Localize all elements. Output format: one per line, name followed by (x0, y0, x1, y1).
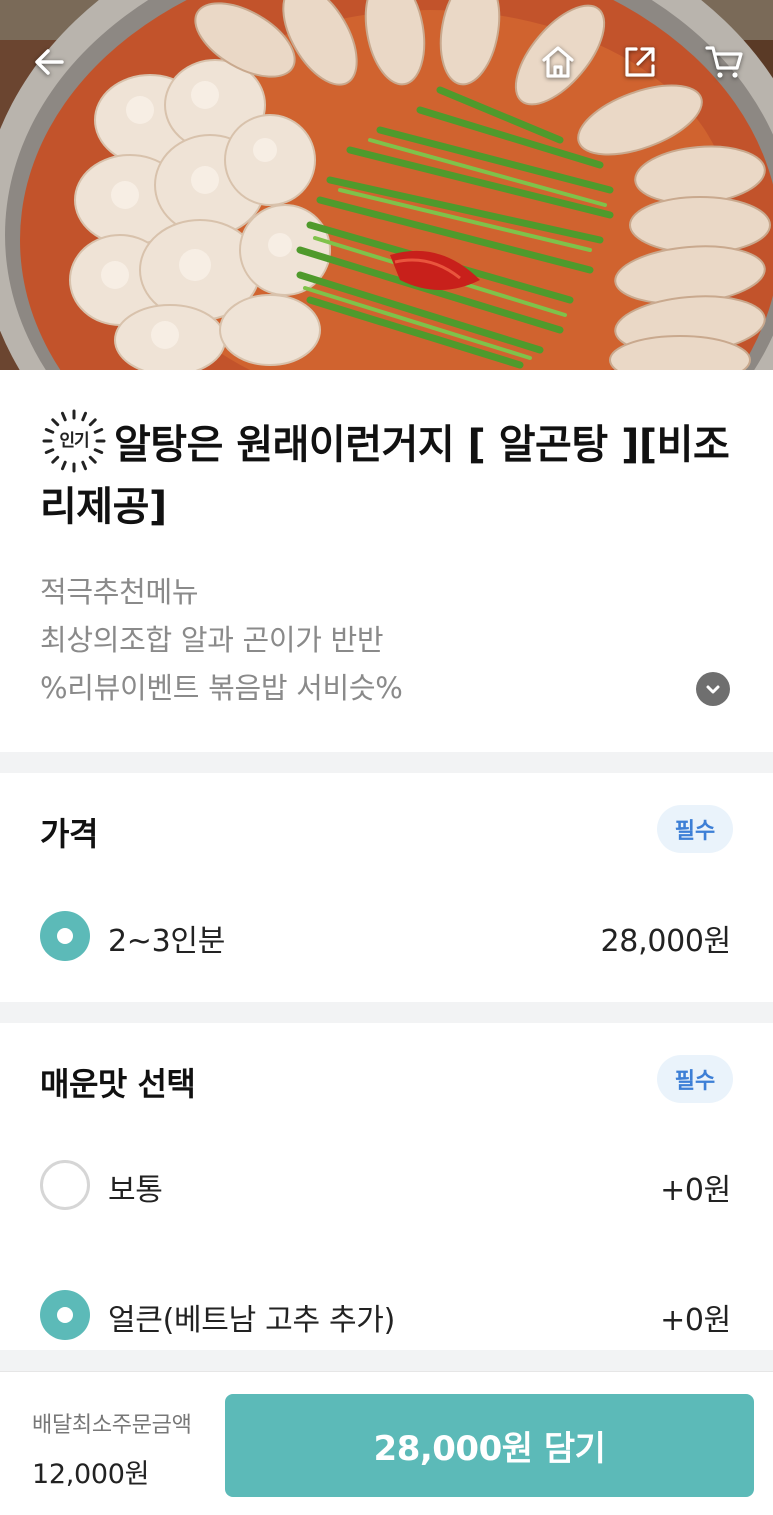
option-label: 2~3인분 (108, 924, 226, 959)
menu-title: 알탕은 원래이런거지 [ 알곤탕 ][비조리제공] (40, 422, 730, 530)
section-divider (0, 1350, 773, 1371)
radio-selected[interactable] (40, 1290, 90, 1340)
radio-unselected[interactable] (40, 1160, 90, 1210)
add-to-cart-button[interactable]: 28,000원 담기 (225, 1394, 754, 1497)
section-divider (0, 1002, 773, 1023)
radio-selected[interactable] (40, 911, 90, 961)
spicy-section: 매운맛 선택 필수 보통 +0원 얼큰(베트남 고추 추가) +0원 (0, 1023, 773, 1350)
expand-description-button[interactable] (696, 672, 730, 706)
required-badge: 필수 (657, 805, 733, 853)
option-label: 보통 (108, 1173, 163, 1208)
cart-button[interactable] (700, 38, 748, 86)
chevron-down-icon (706, 685, 720, 694)
description-line: %리뷰이벤트 볶음밥 서비슷% (40, 671, 403, 705)
menu-photo (0, 0, 773, 370)
menu-info: 인기 알탕은 원래이런거지 [ 알곤탕 ][비조리제공] 적극추천메뉴 최상의조… (0, 370, 773, 752)
arrow-left-icon (35, 49, 64, 75)
cart-icon (705, 46, 743, 78)
section-divider (0, 752, 773, 773)
menu-title-block: 인기 알탕은 원래이런거지 [ 알곤탕 ][비조리제공] (40, 409, 740, 538)
option-row[interactable]: 2~3인분 28,000원 (0, 906, 773, 966)
back-button[interactable] (26, 38, 74, 86)
option-price: +0원 (660, 1303, 731, 1338)
share-button[interactable] (616, 38, 664, 86)
home-icon (542, 46, 574, 78)
bottom-order-bar: 배달최소주문금액 12,000원 28,000원 담기 (0, 1371, 773, 1515)
menu-description: 적극추천메뉴 최상의조합 알과 곤이가 반반 %리뷰이벤트 볶음밥 서비슷% (40, 568, 680, 712)
description-line: 적극추천메뉴 (40, 575, 199, 609)
section-title: 가격 (40, 815, 98, 853)
required-badge: 필수 (657, 1055, 733, 1103)
option-label: 얼큰(베트남 고추 추가) (108, 1303, 395, 1338)
popular-badge: 인기 (40, 407, 108, 475)
option-row[interactable]: 보통 +0원 (0, 1155, 773, 1215)
popular-badge-label: 인기 (59, 431, 89, 451)
price-section: 가격 필수 2~3인분 28,000원 (0, 773, 773, 1002)
option-row[interactable]: 얼큰(베트남 고추 추가) +0원 (0, 1285, 773, 1345)
section-title: 매운맛 선택 (40, 1065, 196, 1103)
option-price: 28,000원 (600, 924, 732, 959)
min-order-value: 12,000원 (32, 1459, 150, 1490)
description-line: 최상의조합 알과 곤이가 반반 (40, 623, 384, 657)
min-order-label: 배달최소주문금액 (32, 1413, 192, 1438)
home-button[interactable] (534, 38, 582, 86)
option-price: +0원 (660, 1173, 731, 1208)
share-icon (625, 47, 655, 77)
